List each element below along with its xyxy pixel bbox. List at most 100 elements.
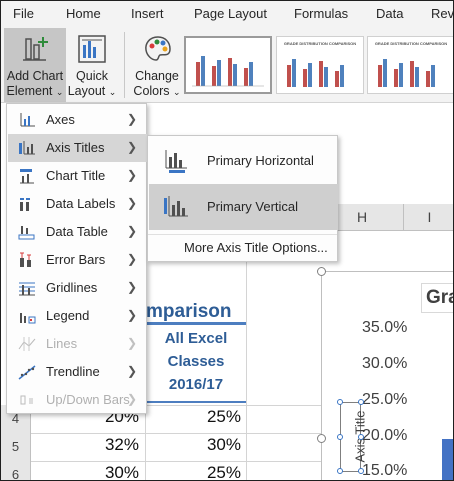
axes-icon — [20, 113, 35, 127]
column-header-i[interactable]: I — [403, 204, 453, 231]
cell-c5[interactable]: 30% — [151, 435, 241, 455]
chevron-right-icon: ❯ — [126, 336, 137, 350]
add-chart-element-label-2: Element — [6, 84, 53, 98]
menu-item-legend[interactable]: Legend ❯ — [8, 302, 147, 330]
submenu-item-primary-horizontal[interactable]: Primary Horizontal — [149, 138, 338, 184]
more-axis-title-options-link[interactable]: More Axis Title Options... — [184, 240, 328, 255]
chart-style-2-preview — [287, 59, 344, 87]
chart-style-1[interactable] — [184, 36, 272, 94]
tab-page-layout[interactable]: Page Layout — [194, 6, 267, 21]
chart-style-3-title: GRADE DISTRIBUTION COMPARISON — [374, 41, 448, 46]
chart-resize-handle-left[interactable] — [317, 434, 326, 443]
menu-item-label: Trendline — [46, 364, 100, 379]
y-axis-tick: 20.0% — [362, 427, 408, 444]
chevron-right-icon: ❯ — [126, 280, 137, 294]
chevron-right-icon: ❯ — [126, 252, 137, 266]
change-colors-label-1: Change — [135, 69, 179, 83]
menu-item-lines: Lines ❯ — [8, 330, 147, 358]
y-axis-tick: 30.0% — [362, 355, 408, 372]
menu-item-label: Lines — [46, 336, 78, 351]
submenu-item-primary-vertical[interactable]: Primary Vertical — [149, 184, 338, 230]
menu-item-axis-titles[interactable]: Axis Titles ❯ — [8, 134, 147, 162]
cell-b6[interactable]: 30% — [61, 463, 139, 480]
menu-item-up-down-bars: Up/Down Bars ❯ — [8, 386, 147, 414]
tab-file[interactable]: File — [13, 6, 34, 21]
tab-home[interactable]: Home — [66, 6, 101, 21]
excel-window: File Home Insert Page Layout Formulas Da… — [0, 0, 454, 481]
quick-layout-button[interactable]: Quick Layout ⌄ — [66, 28, 118, 102]
y-axis-tick: 35.0% — [362, 319, 408, 336]
row-header-6[interactable]: 6 — [1, 461, 31, 480]
submenu-item-label: Primary Vertical — [207, 199, 299, 214]
change-colors-button[interactable]: Change Colors ⌄ — [129, 28, 185, 102]
axis-title-handle[interactable] — [337, 434, 343, 440]
ribbon: Add Chart Element ⌄ Quick Layout ⌄ Chang… — [1, 28, 453, 103]
chart-title-box — [421, 283, 453, 313]
menu-item-label: Data Table — [46, 224, 108, 239]
chart-style-3-preview — [378, 59, 435, 87]
menu-item-trendline[interactable]: Trendline ❯ — [8, 358, 147, 386]
chevron-right-icon: ❯ — [126, 168, 137, 182]
chart-title-icon — [20, 169, 34, 184]
chart-style-3[interactable]: GRADE DISTRIBUTION COMPARISON — [367, 36, 453, 94]
palette-icon — [145, 36, 171, 61]
tab-data[interactable]: Data — [376, 6, 403, 21]
cell-c4[interactable]: 25% — [151, 407, 241, 427]
quick-layout-label-1: Quick — [76, 69, 108, 83]
menu-item-axes[interactable]: Axes ❯ — [8, 106, 147, 134]
row-header-5[interactable]: 5 — [1, 433, 31, 461]
chevron-right-icon: ❯ — [126, 392, 137, 406]
error-bars-icon — [20, 252, 31, 267]
axis-title-handle[interactable] — [337, 468, 343, 474]
menu-item-label: Chart Title — [46, 168, 106, 183]
sheet-title-cell[interactable]: mparison — [146, 299, 246, 325]
primary-vertical-axis-title-icon — [164, 196, 188, 217]
menu-bar: File Home Insert Page Layout Formulas Da… — [1, 1, 453, 28]
menu-item-chart-title[interactable]: Chart Title ❯ — [8, 162, 147, 190]
menu-item-label: Axes — [46, 112, 75, 127]
menu-item-data-table[interactable]: Data Table ❯ — [8, 218, 147, 246]
chevron-right-icon: ❯ — [126, 364, 137, 378]
menu-item-data-labels[interactable]: Data Labels ❯ — [8, 190, 147, 218]
column-c-header-cell[interactable]: All Excel Classes 2016/17 — [146, 327, 246, 396]
chevron-right-icon: ❯ — [126, 112, 137, 126]
ribbon-separator — [124, 32, 125, 98]
primary-horizontal-axis-title-icon — [165, 150, 187, 173]
axis-title-handle[interactable] — [358, 434, 364, 440]
cell-b5[interactable]: 32% — [61, 435, 139, 455]
chart-bar[interactable] — [442, 439, 453, 480]
chevron-down-icon: ⌄ — [55, 87, 64, 97]
axis-title-handle[interactable] — [358, 468, 364, 474]
y-axis-tick: 25.0% — [362, 391, 408, 408]
axis-title-handle[interactable] — [358, 399, 364, 405]
chevron-right-icon: ❯ — [126, 224, 137, 238]
header-line-3: 2016/17 — [168, 376, 224, 393]
axis-titles-icon — [19, 141, 35, 155]
tab-insert[interactable]: Insert — [131, 6, 164, 21]
tab-review[interactable]: Rev — [431, 6, 453, 21]
submenu-divider — [148, 234, 337, 235]
header-line-1: All Excel — [164, 330, 228, 347]
cell-c6[interactable]: 25% — [151, 463, 241, 480]
chart-style-2[interactable]: GRADE DISTRIBUTION COMPARISON — [276, 36, 364, 94]
chart-style-2-title: GRADE DISTRIBUTION COMPARISON — [283, 41, 357, 46]
axis-title-handle[interactable] — [337, 399, 343, 405]
gridlines-icon — [19, 282, 35, 296]
menu-item-error-bars[interactable]: Error Bars ❯ — [8, 246, 147, 274]
up-down-bars-icon — [20, 395, 33, 405]
menu-item-gridlines[interactable]: Gridlines ❯ — [8, 274, 147, 302]
chevron-right-icon: ❯ — [126, 308, 137, 322]
chevron-right-icon: ❯ — [126, 196, 137, 210]
data-table-icon — [18, 226, 35, 240]
add-chart-element-label-1: Add Chart — [6, 69, 64, 83]
chart-style-1-preview — [192, 56, 264, 87]
legend-icon — [20, 313, 36, 324]
add-chart-element-button[interactable]: Add Chart Element ⌄ — [4, 28, 66, 102]
chart-resize-handle-top-left[interactable] — [317, 267, 326, 276]
tab-formulas[interactable]: Formulas — [294, 6, 348, 21]
y-axis-tick: 15.0% — [362, 462, 408, 479]
lines-icon — [18, 337, 36, 351]
add-chart-element-icon — [23, 37, 48, 61]
header-line-2: Classes — [167, 353, 225, 370]
change-colors-label-2: Colors — [133, 84, 170, 98]
